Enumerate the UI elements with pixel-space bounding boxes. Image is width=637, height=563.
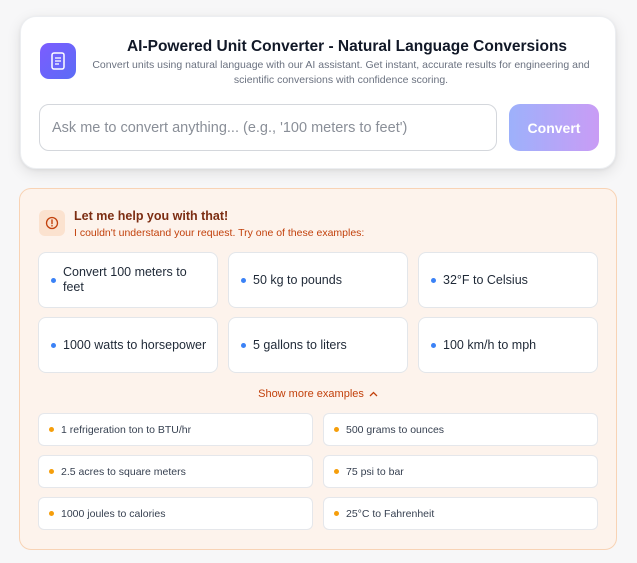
example-card[interactable]: 100 km/h to mph xyxy=(418,317,598,373)
example-card[interactable]: 32°F to Celsius xyxy=(418,252,598,308)
bullet-dot xyxy=(241,342,246,348)
bullet-dot xyxy=(334,469,339,474)
convert-button[interactable]: Convert xyxy=(509,104,599,151)
page-subtitle: Convert units using natural language wit… xyxy=(92,59,590,86)
bullet-dot xyxy=(431,342,436,348)
example-label: 1000 watts to horsepower xyxy=(63,337,207,352)
example-label: 100 km/h to mph xyxy=(443,337,537,352)
more-example-label: 500 grams to ounces xyxy=(346,423,445,436)
example-card[interactable]: 50 kg to pounds xyxy=(228,252,408,308)
more-example-card[interactable]: 75 psi to bar xyxy=(323,455,598,488)
show-more-label: Show more examples xyxy=(258,388,364,400)
bullet-dot xyxy=(241,277,246,283)
more-example-card[interactable]: 2.5 acres to square meters xyxy=(38,455,313,488)
more-example-label: 1000 joules to calories xyxy=(61,507,166,520)
bullet-dot xyxy=(49,427,54,432)
example-label: 5 gallons to liters xyxy=(253,337,347,352)
example-label: Convert 100 meters to feet xyxy=(63,265,187,294)
page-title: AI-Powered Unit Converter - Natural Lang… xyxy=(126,38,568,55)
more-example-label: 1 refrigeration ton to BTU/hr xyxy=(61,423,192,436)
show-more-toggle[interactable]: Show more examples xyxy=(20,388,616,400)
bullet-dot xyxy=(49,511,54,516)
help-title: Let me help you with that! xyxy=(74,209,229,223)
more-example-card[interactable]: 500 grams to ounces xyxy=(323,413,598,446)
more-example-label: 25°C to Fahrenheit xyxy=(346,507,435,520)
example-card[interactable]: 1000 watts to horsepower xyxy=(38,317,218,373)
bullet-dot xyxy=(51,342,56,348)
bullet-dot xyxy=(334,511,339,516)
more-example-label: 75 psi to bar xyxy=(346,465,404,478)
more-example-label: 2.5 acres to square meters xyxy=(61,465,186,478)
example-card[interactable]: 5 gallons to liters xyxy=(228,317,408,373)
example-label: 50 kg to pounds xyxy=(253,272,342,287)
more-example-card[interactable]: 1 refrigeration ton to BTU/hr xyxy=(38,413,313,446)
example-label: 32°F to Celsius xyxy=(443,272,528,287)
help-panel: Let me help you with that! I couldn't un… xyxy=(19,188,617,550)
chevron-up-icon xyxy=(369,389,378,399)
conversion-query-input[interactable] xyxy=(39,104,497,151)
bullet-dot xyxy=(431,277,436,283)
bullet-dot xyxy=(334,427,339,432)
help-subtitle: I couldn't understand your request. Try … xyxy=(74,227,365,239)
more-example-card[interactable]: 25°C to Fahrenheit xyxy=(323,497,598,530)
converter-card: AI-Powered Unit Converter - Natural Lang… xyxy=(20,16,616,169)
more-example-card[interactable]: 1000 joules to calories xyxy=(38,497,313,530)
alert-circle-icon xyxy=(39,210,65,236)
bullet-dot xyxy=(51,277,56,283)
example-card[interactable]: Convert 100 meters to feet xyxy=(38,252,218,308)
bullet-dot xyxy=(49,469,54,474)
document-icon xyxy=(40,43,76,79)
